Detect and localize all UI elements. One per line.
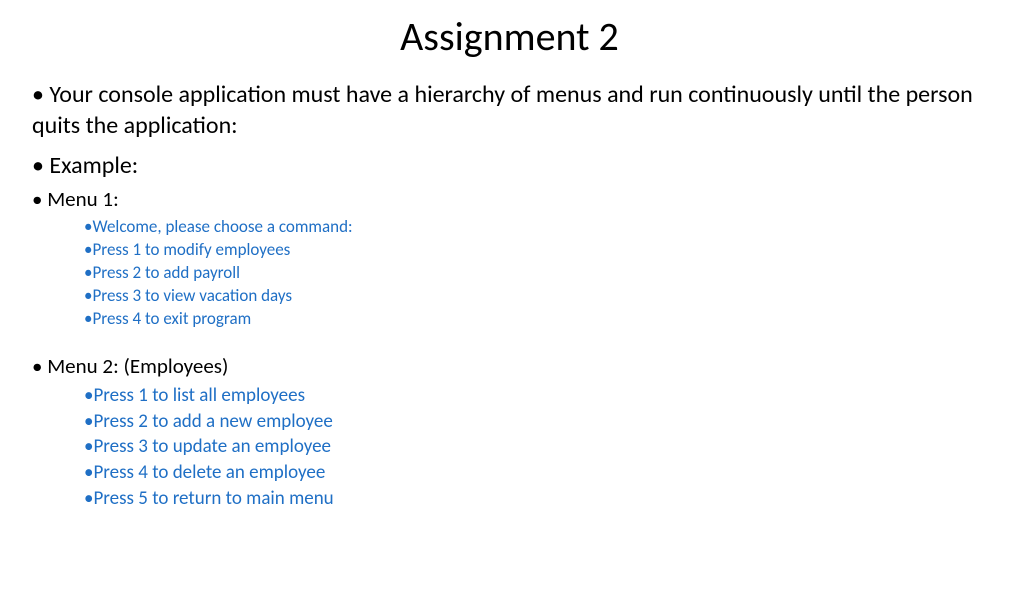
menu1-item: Press 4 to exit program [84,308,987,331]
menu1-item-text: Welcome, please choose a command: [92,216,352,237]
menu2-item-text: Press 2 to add a new employee [93,410,332,433]
page-title: Assignment 2 [0,12,1019,61]
example-label: Example: [32,151,987,180]
menu1-item-text: Press 4 to exit program [92,308,251,329]
menu1-item-text: Press 2 to add payroll [92,262,240,283]
menu1-item: Welcome, please choose a command: [84,216,987,239]
menu1-item: Press 1 to modify employees [84,239,987,262]
menu1-item-text: Press 1 to modify employees [92,239,290,260]
menu2-item: Press 1 to list all employees [84,383,987,409]
example-label-text: Example: [49,151,138,180]
menu2-item: Press 2 to add a new employee [84,409,987,435]
menu2-label-text: Menu 2: (Employees) [47,353,228,379]
menu1-item: Press 2 to add payroll [84,262,987,285]
menu2-item-text: Press 5 to return to main menu [93,487,333,510]
menu2-item: Press 4 to delete an employee [84,460,987,486]
content-area: Your console application must have a hie… [0,79,1019,511]
menu2-item-text: Press 4 to delete an employee [93,461,325,484]
menu1-label-text: Menu 1: [47,186,118,212]
menu2-items: Press 1 to list all employees Press 2 to… [32,383,987,511]
menu2-item: Press 5 to return to main menu [84,486,987,512]
menu2-item-text: Press 1 to list all employees [93,384,305,407]
menu1-items: Welcome, please choose a command: Press … [32,216,987,331]
intro-text-content: Your console application must have a hie… [32,80,973,140]
menu1-label: Menu 1: [32,186,987,212]
menu2-item-text: Press 3 to update an employee [93,435,331,458]
menu1-item-text: Press 3 to view vacation days [92,285,292,306]
menu1-item: Press 3 to view vacation days [84,285,987,308]
menu2-item: Press 3 to update an employee [84,434,987,460]
intro-text: Your console application must have a hie… [32,79,987,141]
menu2-label: Menu 2: (Employees) [32,353,987,379]
